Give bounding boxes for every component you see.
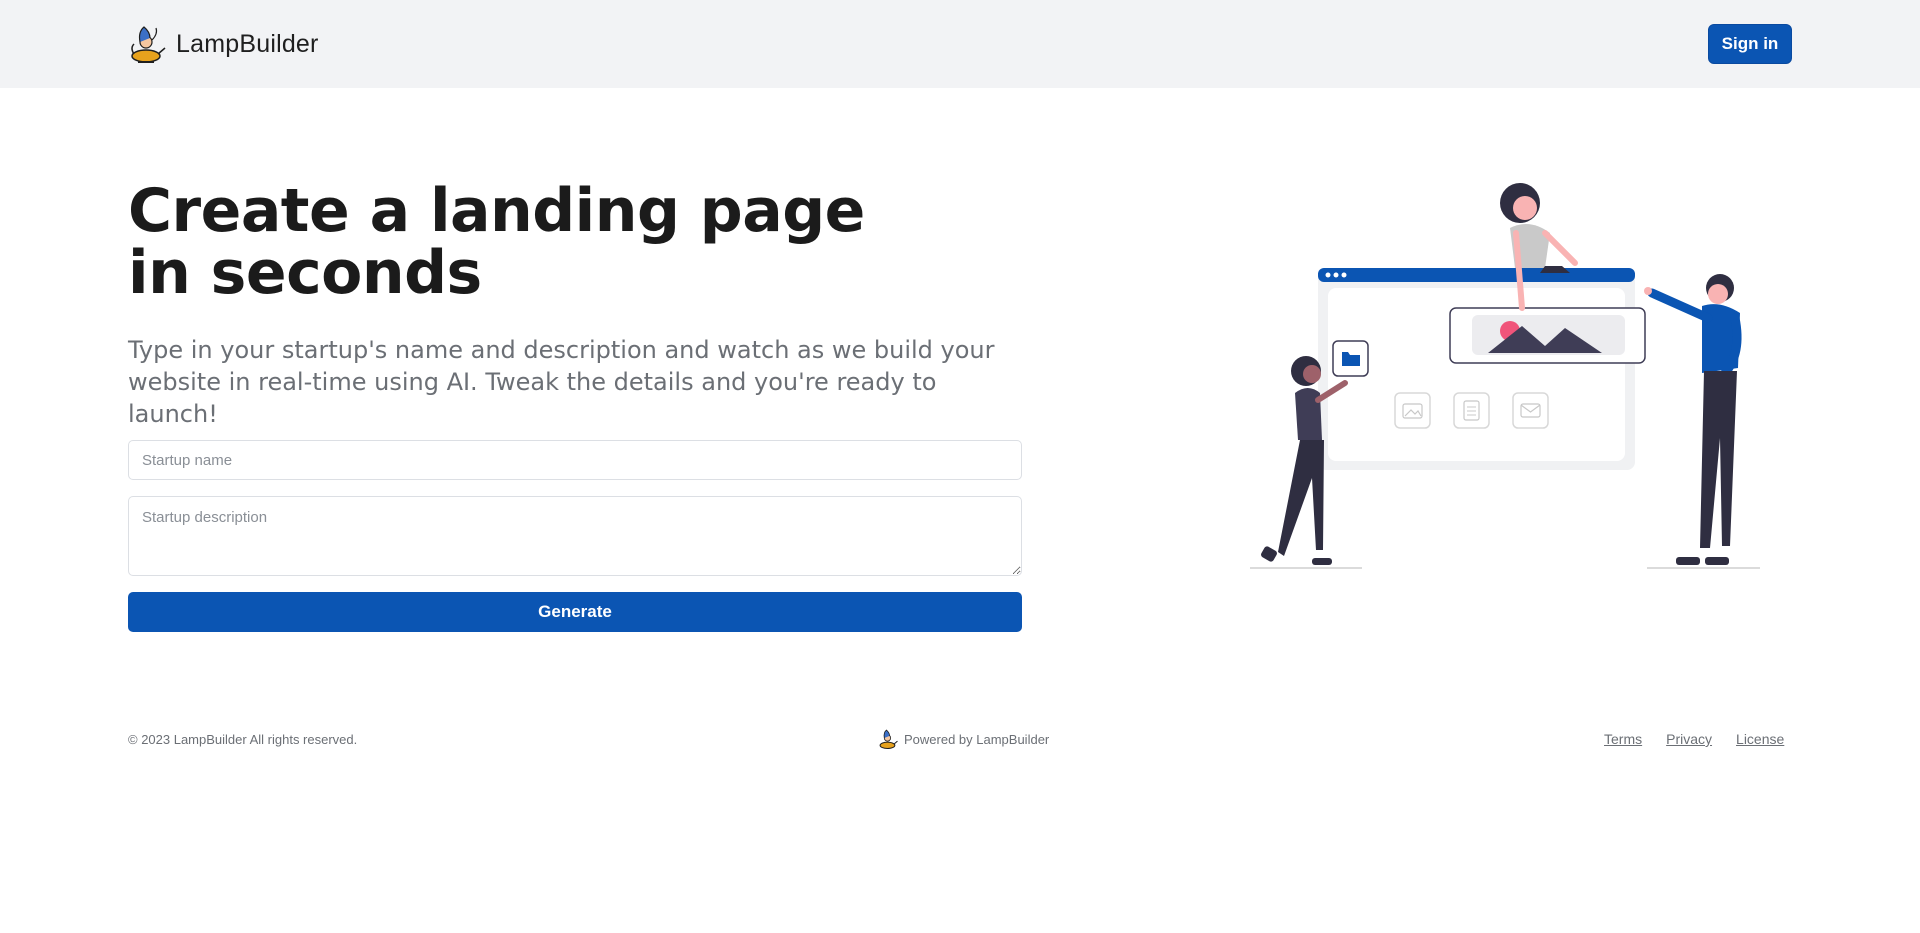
generate-button[interactable]: Generate (128, 592, 1022, 632)
license-link[interactable]: License (1736, 731, 1784, 747)
people-building-website-illustration (1250, 183, 1760, 569)
lamp-genie-icon (879, 729, 898, 750)
copyright-text: © 2023 LampBuilder All rights reserved. (128, 732, 358, 747)
startup-name-input[interactable] (128, 440, 1022, 480)
top-navbar: LampBuilder Sign in (0, 0, 1920, 88)
brand-link[interactable]: LampBuilder (128, 24, 319, 64)
hero-title: Create a landing page in seconds (128, 176, 865, 308)
footer-links: Terms Privacy License (1604, 731, 1784, 747)
terms-link[interactable]: Terms (1604, 731, 1642, 747)
hero-subtitle: Type in your startup's name and descript… (128, 336, 995, 428)
powered-by-text: Powered by LampBuilder (904, 731, 1050, 747)
lamp-genie-icon (131, 26, 166, 63)
sign-in-button[interactable]: Sign in (1708, 24, 1792, 64)
powered-by-link[interactable]: Powered by LampBuilder (878, 728, 1049, 750)
privacy-link[interactable]: Privacy (1666, 731, 1712, 747)
startup-description-input[interactable] (128, 496, 1022, 576)
brand-name: LampBuilder (176, 29, 319, 58)
